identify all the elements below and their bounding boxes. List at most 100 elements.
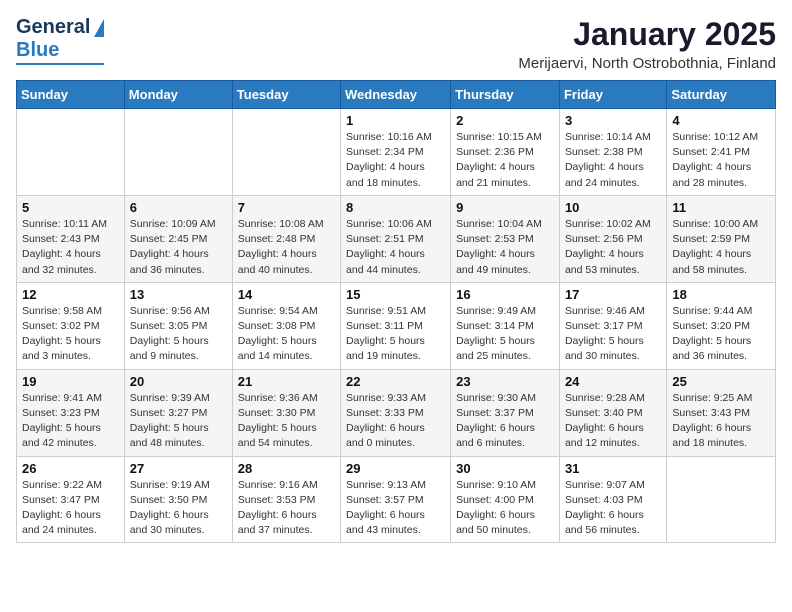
calendar-cell: 4 Sunrise: 10:12 AMSunset: 2:41 PMDayligh…	[667, 109, 776, 196]
weekday-header-sunday: Sunday	[17, 81, 125, 109]
day-info: Sunrise: 10:15 AMSunset: 2:36 PMDaylight…	[456, 130, 554, 191]
calendar-header: SundayMondayTuesdayWednesdayThursdayFrid…	[17, 81, 776, 109]
day-number: 22	[346, 374, 445, 389]
day-info: Sunrise: 9:07 AMSunset: 4:03 PMDaylight:…	[565, 478, 661, 539]
logo-underline	[16, 63, 104, 65]
calendar-body: 1 Sunrise: 10:16 AMSunset: 2:34 PMDayligh…	[17, 109, 776, 543]
logo: General Blue	[16, 16, 104, 65]
day-info: Sunrise: 10:04 AMSunset: 2:53 PMDaylight…	[456, 217, 554, 278]
logo-blue-text: Blue	[16, 39, 59, 62]
day-number: 20	[130, 374, 227, 389]
calendar-cell: 29Sunrise: 9:13 AMSunset: 3:57 PMDayligh…	[341, 456, 451, 543]
calendar-cell	[124, 109, 232, 196]
calendar-cell: 27 Sunrise: 9:19 AMSunset: 3:50 PMDayligh…	[124, 456, 232, 543]
day-number: 19	[22, 374, 119, 389]
logo-triangle-icon	[94, 19, 104, 37]
calendar-cell: 22 Sunrise: 9:33 AMSunset: 3:33 PMDayligh…	[341, 369, 451, 456]
weekday-header-saturday: Saturday	[667, 81, 776, 109]
day-info: Sunrise: 10:06 AMSunset: 2:51 PMDaylight…	[346, 217, 445, 278]
weekday-header-wednesday: Wednesday	[341, 81, 451, 109]
calendar-cell: 20Sunrise: 9:39 AMSunset: 3:27 PMDayligh…	[124, 369, 232, 456]
day-info: Sunrise: 10:08 AMSunset: 2:48 PMDaylight…	[238, 217, 335, 278]
day-info: Sunrise: 9:33 AMSunset: 3:33 PMDaylight:…	[346, 391, 445, 452]
weekday-header-monday: Monday	[124, 81, 232, 109]
day-number: 4	[672, 113, 770, 128]
calendar-title: January 2025	[518, 16, 776, 53]
day-number: 9	[456, 200, 554, 215]
calendar-cell: 2 Sunrise: 10:15 AMSunset: 2:36 PMDayligh…	[451, 109, 560, 196]
calendar-week-row: 19Sunrise: 9:41 AMSunset: 3:23 PMDayligh…	[17, 369, 776, 456]
day-info: Sunrise: 9:54 AMSunset: 3:08 PMDaylight:…	[238, 304, 335, 365]
day-info: Sunrise: 9:25 AMSunset: 3:43 PMDaylight:…	[672, 391, 770, 452]
day-number: 27	[130, 461, 227, 476]
day-number: 14	[238, 287, 335, 302]
calendar-cell: 28Sunrise: 9:16 AMSunset: 3:53 PMDayligh…	[232, 456, 340, 543]
calendar-week-row: 1 Sunrise: 10:16 AMSunset: 2:34 PMDayligh…	[17, 109, 776, 196]
calendar-cell	[17, 109, 125, 196]
calendar-cell: 9 Sunrise: 10:04 AMSunset: 2:53 PMDayligh…	[451, 195, 560, 282]
day-info: Sunrise: 9:51 AMSunset: 3:11 PMDaylight:…	[346, 304, 445, 365]
calendar-week-row: 12 Sunrise: 9:58 AMSunset: 3:02 PMDayligh…	[17, 282, 776, 369]
calendar-cell: 12 Sunrise: 9:58 AMSunset: 3:02 PMDayligh…	[17, 282, 125, 369]
calendar-week-row: 26Sunrise: 9:22 AMSunset: 3:47 PMDayligh…	[17, 456, 776, 543]
day-number: 12	[22, 287, 119, 302]
day-number: 16	[456, 287, 554, 302]
day-number: 24	[565, 374, 661, 389]
day-number: 28	[238, 461, 335, 476]
day-info: Sunrise: 10:16 AMSunset: 2:34 PMDaylight…	[346, 130, 445, 191]
day-info: Sunrise: 9:22 AMSunset: 3:47 PMDaylight:…	[22, 478, 119, 539]
page-header: General Blue January 2025 Merijaervi, No…	[16, 16, 776, 72]
calendar-cell: 15 Sunrise: 9:51 AMSunset: 3:11 PMDayligh…	[341, 282, 451, 369]
day-number: 1	[346, 113, 445, 128]
day-info: Sunrise: 9:49 AMSunset: 3:14 PMDaylight:…	[456, 304, 554, 365]
day-info: Sunrise: 10:11 AMSunset: 2:43 PMDaylight…	[22, 217, 119, 278]
calendar-cell: 24 Sunrise: 9:28 AMSunset: 3:40 PMDayligh…	[559, 369, 666, 456]
calendar-cell: 7 Sunrise: 10:08 AMSunset: 2:48 PMDayligh…	[232, 195, 340, 282]
calendar-cell: 18Sunrise: 9:44 AMSunset: 3:20 PMDayligh…	[667, 282, 776, 369]
day-info: Sunrise: 10:02 AMSunset: 2:56 PMDaylight…	[565, 217, 661, 278]
calendar-cell: 31Sunrise: 9:07 AMSunset: 4:03 PMDayligh…	[559, 456, 666, 543]
day-info: Sunrise: 10:09 AMSunset: 2:45 PMDaylight…	[130, 217, 227, 278]
calendar-cell: 19Sunrise: 9:41 AMSunset: 3:23 PMDayligh…	[17, 369, 125, 456]
day-info: Sunrise: 9:28 AMSunset: 3:40 PMDaylight:…	[565, 391, 661, 452]
weekday-header-thursday: Thursday	[451, 81, 560, 109]
day-info: Sunrise: 9:44 AMSunset: 3:20 PMDaylight:…	[672, 304, 770, 365]
logo-general-text: General	[16, 16, 90, 39]
day-number: 5	[22, 200, 119, 215]
day-number: 25	[672, 374, 770, 389]
day-number: 10	[565, 200, 661, 215]
title-area: January 2025 Merijaervi, North Ostroboth…	[518, 16, 776, 72]
calendar-cell: 6Sunrise: 10:09 AMSunset: 2:45 PMDayligh…	[124, 195, 232, 282]
day-info: Sunrise: 9:58 AMSunset: 3:02 PMDaylight:…	[22, 304, 119, 365]
calendar-cell: 13Sunrise: 9:56 AMSunset: 3:05 PMDayligh…	[124, 282, 232, 369]
day-info: Sunrise: 9:56 AMSunset: 3:05 PMDaylight:…	[130, 304, 227, 365]
calendar-cell: 30 Sunrise: 9:10 AMSunset: 4:00 PMDayligh…	[451, 456, 560, 543]
day-info: Sunrise: 10:00 AMSunset: 2:59 PMDaylight…	[672, 217, 770, 278]
day-info: Sunrise: 9:36 AMSunset: 3:30 PMDaylight:…	[238, 391, 335, 452]
calendar-cell	[232, 109, 340, 196]
day-info: Sunrise: 9:19 AMSunset: 3:50 PMDaylight:…	[130, 478, 227, 539]
day-number: 15	[346, 287, 445, 302]
weekday-header-tuesday: Tuesday	[232, 81, 340, 109]
day-number: 21	[238, 374, 335, 389]
calendar-cell: 3Sunrise: 10:14 AMSunset: 2:38 PMDayligh…	[559, 109, 666, 196]
calendar-cell: 10 Sunrise: 10:02 AMSunset: 2:56 PMDaylig…	[559, 195, 666, 282]
calendar-cell: 5 Sunrise: 10:11 AMSunset: 2:43 PMDayligh…	[17, 195, 125, 282]
calendar-cell: 25 Sunrise: 9:25 AMSunset: 3:43 PMDayligh…	[667, 369, 776, 456]
day-info: Sunrise: 10:12 AMSunset: 2:41 PMDaylight…	[672, 130, 770, 191]
calendar-cell: 23Sunrise: 9:30 AMSunset: 3:37 PMDayligh…	[451, 369, 560, 456]
day-info: Sunrise: 9:10 AMSunset: 4:00 PMDaylight:…	[456, 478, 554, 539]
calendar-cell: 14 Sunrise: 9:54 AMSunset: 3:08 PMDayligh…	[232, 282, 340, 369]
day-info: Sunrise: 9:46 AMSunset: 3:17 PMDaylight:…	[565, 304, 661, 365]
day-number: 2	[456, 113, 554, 128]
calendar-cell: 11 Sunrise: 10:00 AMSunset: 2:59 PMDaylig…	[667, 195, 776, 282]
day-number: 30	[456, 461, 554, 476]
weekday-header-row: SundayMondayTuesdayWednesdayThursdayFrid…	[17, 81, 776, 109]
day-number: 11	[672, 200, 770, 215]
day-number: 3	[565, 113, 661, 128]
day-number: 7	[238, 200, 335, 215]
day-info: Sunrise: 9:30 AMSunset: 3:37 PMDaylight:…	[456, 391, 554, 452]
calendar-cell: 17Sunrise: 9:46 AMSunset: 3:17 PMDayligh…	[559, 282, 666, 369]
calendar-cell: 8Sunrise: 10:06 AMSunset: 2:51 PMDayligh…	[341, 195, 451, 282]
calendar-cell	[667, 456, 776, 543]
